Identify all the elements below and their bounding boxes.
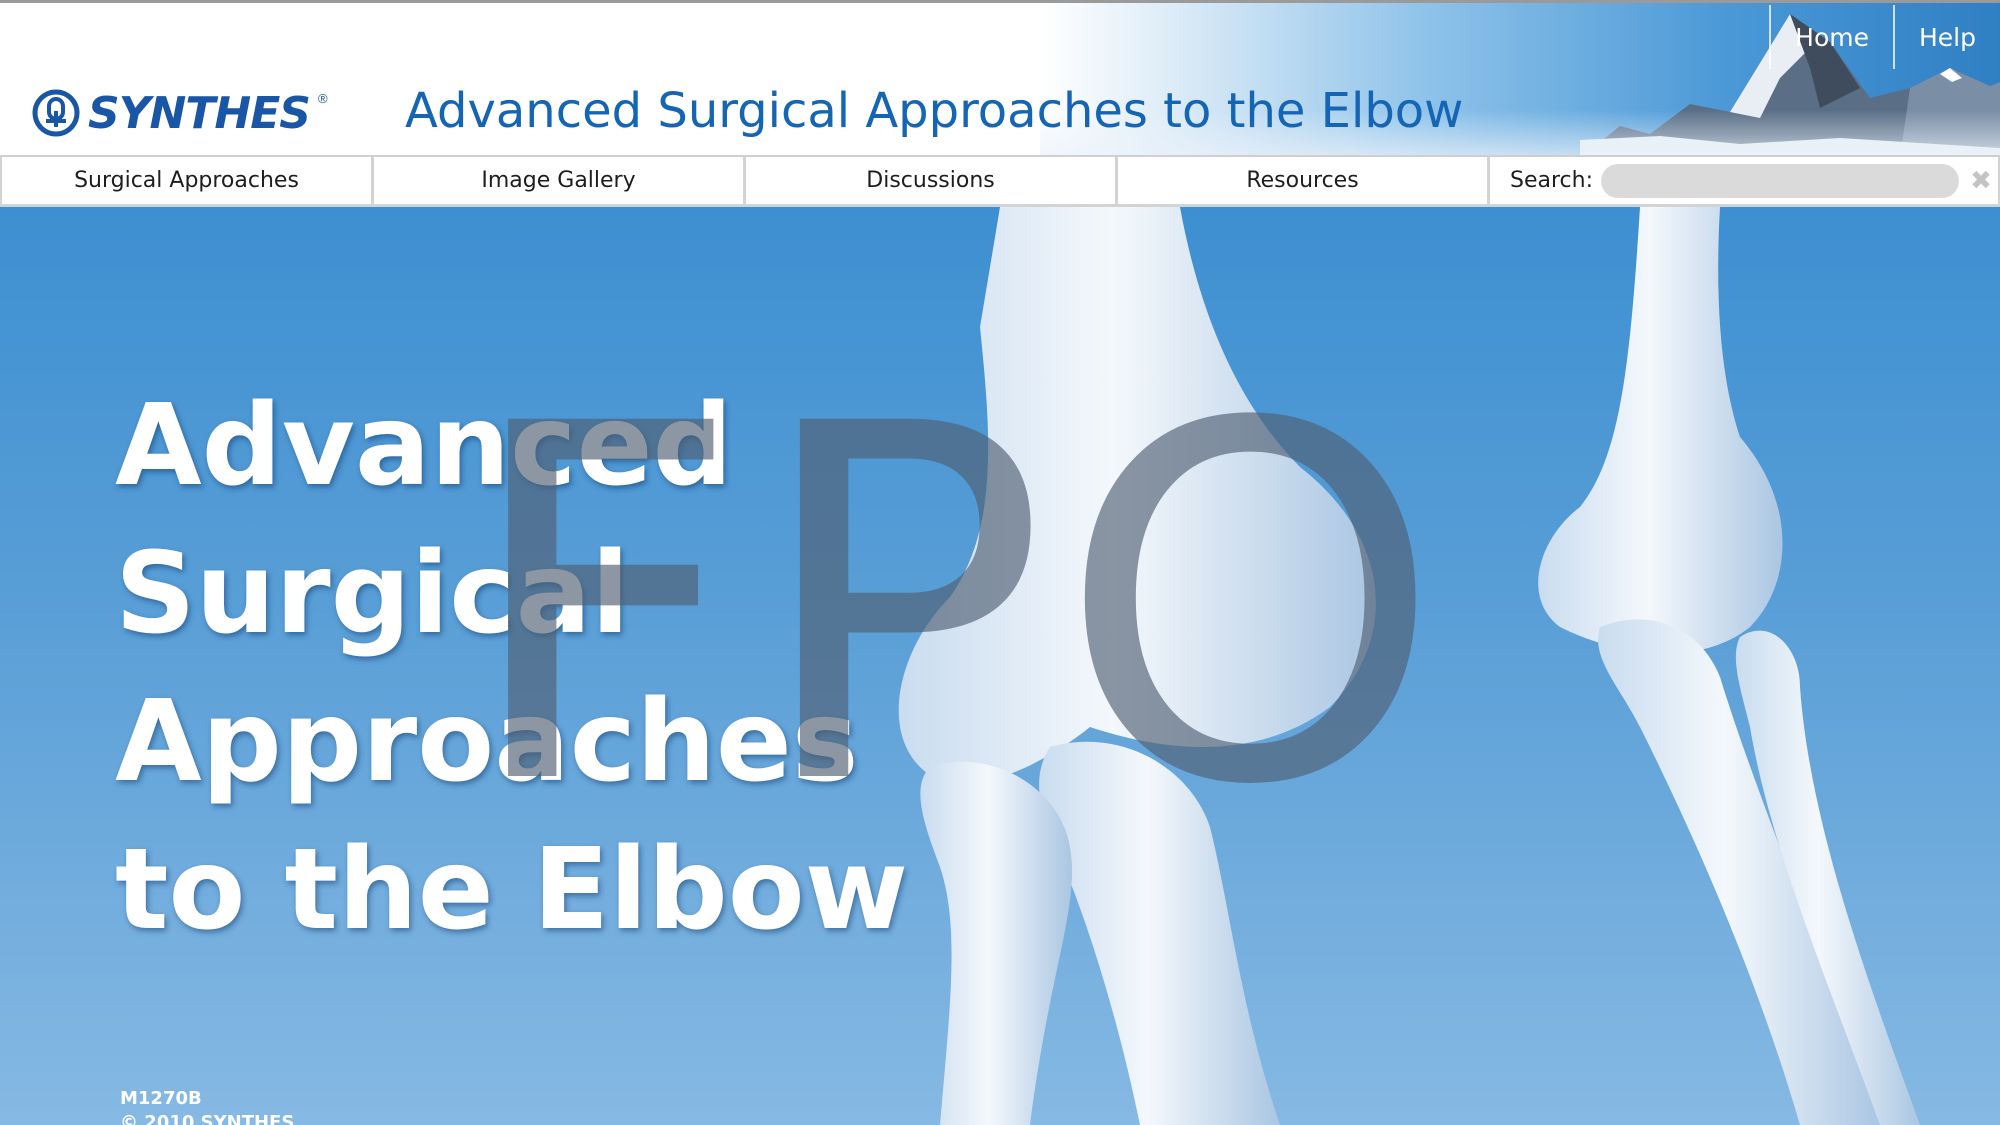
search-input[interactable] xyxy=(1601,163,1959,198)
doc-code-line: M1270B xyxy=(120,1088,202,1109)
help-link[interactable]: Help xyxy=(1893,5,2000,69)
search-bar: Search: ✖ xyxy=(1490,157,1998,204)
hero-cover: Advanced Surgical Approaches to the Elbo… xyxy=(0,207,2000,1125)
tab-image-gallery[interactable]: Image Gallery xyxy=(374,157,743,204)
main-nav: Surgical Approaches Image Gallery Discus… xyxy=(0,155,2000,207)
document-code: M1270B © 2010 SYNTHES xyxy=(120,1087,294,1125)
registered-mark: ® xyxy=(317,91,328,106)
page-title: Advanced Surgical Approaches to the Elbo… xyxy=(405,83,1464,139)
copyright-line: © 2010 SYNTHES xyxy=(120,1112,295,1125)
tab-discussions[interactable]: Discussions xyxy=(746,157,1115,204)
close-icon[interactable]: ✖ xyxy=(1969,166,1993,196)
home-link[interactable]: Home xyxy=(1769,5,1893,69)
fpo-watermark: FPO xyxy=(460,321,1454,892)
synthes-logo[interactable]: SYNTHES ® xyxy=(32,87,328,139)
tab-resources[interactable]: Resources xyxy=(1118,157,1487,204)
header-links: Home Help xyxy=(1769,5,2000,69)
synthes-logo-icon xyxy=(32,89,80,137)
search-label: Search: xyxy=(1510,168,1593,193)
logo-wordmark: SYNTHES xyxy=(88,87,311,139)
tab-surgical-approaches[interactable]: Surgical Approaches xyxy=(2,157,371,204)
app-header: SYNTHES ® Advanced Surgical Approaches t… xyxy=(0,0,2000,155)
